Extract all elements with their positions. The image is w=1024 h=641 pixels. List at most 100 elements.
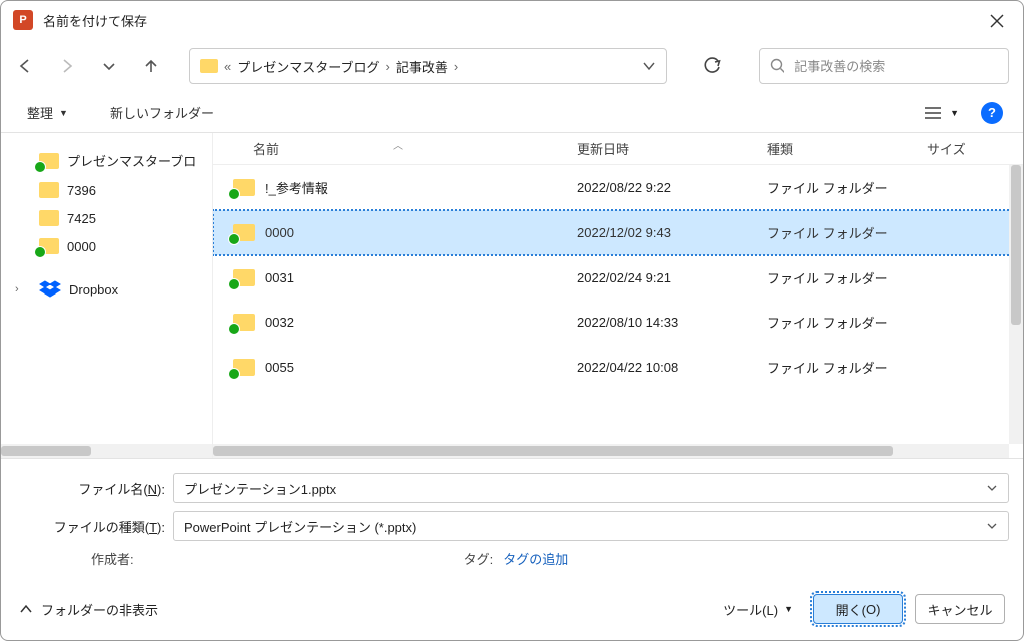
filename-input[interactable]: プレゼンテーション1.pptx	[173, 473, 1009, 503]
folder-icon	[233, 359, 255, 376]
tree-item[interactable]: 7396	[7, 176, 206, 204]
scrollbar-thumb[interactable]	[1, 446, 91, 456]
breadcrumb-seg-2[interactable]: 記事改善	[396, 57, 448, 76]
chevron-down-icon[interactable]	[642, 59, 656, 73]
scrollbar-thumb[interactable]	[213, 446, 893, 456]
horizontal-scrollbar[interactable]	[213, 444, 1009, 458]
nav-forward-button[interactable]	[57, 56, 77, 76]
powerpoint-app-icon: P	[13, 10, 33, 30]
chevron-down-icon: ▼	[784, 604, 793, 614]
tag-label: タグ:	[464, 549, 494, 568]
folder-icon	[39, 210, 59, 226]
file-row[interactable]: !_参考情報 2022/08/22 9:22 ファイル フォルダー	[213, 165, 1023, 210]
tree-item[interactable]: プレゼンマスターブロ	[7, 145, 206, 176]
folder-tree[interactable]: プレゼンマスターブロ 7396 7425 0000 › Dropbox	[1, 133, 213, 458]
file-rows: !_参考情報 2022/08/22 9:22 ファイル フォルダー 0000 2…	[213, 165, 1023, 458]
file-type: ファイル フォルダー	[753, 313, 913, 332]
hide-folders-toggle[interactable]: フォルダーの非表示	[19, 600, 158, 619]
dropbox-icon	[39, 280, 61, 298]
breadcrumb-seg-1[interactable]: プレゼンマスターブログ	[237, 57, 379, 76]
author-label: 作成者:	[91, 549, 134, 568]
file-type: ファイル フォルダー	[753, 223, 913, 242]
breadcrumb-path[interactable]: « プレゼンマスターブログ › 記事改善 ›	[189, 48, 667, 84]
open-button[interactable]: 開く(O)	[813, 594, 903, 624]
header-size[interactable]: サイズ	[913, 139, 1023, 158]
toolbar: 整理 ▼ 新しいフォルダー ▼ ?	[1, 93, 1023, 133]
tree-item[interactable]: 7425	[7, 204, 206, 232]
file-date: 2022/02/24 9:21	[563, 270, 753, 285]
folder-icon	[200, 59, 218, 73]
tree-spacer	[7, 260, 206, 274]
tree-item-label: 0000	[67, 239, 96, 254]
organize-button[interactable]: 整理 ▼	[21, 99, 74, 126]
breadcrumb-overflow[interactable]: «	[224, 59, 231, 74]
chevron-down-icon: ▼	[59, 108, 68, 118]
file-name: 0031	[265, 270, 294, 285]
refresh-button[interactable]	[703, 56, 723, 76]
save-options: ファイル名(N): プレゼンテーション1.pptx ファイルの種類(T): Po…	[1, 458, 1023, 578]
view-mode-button[interactable]: ▼	[924, 106, 959, 120]
folder-icon	[233, 314, 255, 331]
titlebar: P 名前を付けて保存	[1, 1, 1023, 39]
tools-dropdown[interactable]: ツール(L) ▼	[723, 600, 793, 619]
filename-label: ファイル名(N):	[15, 479, 165, 498]
nav-recent-dropdown[interactable]	[99, 56, 119, 76]
add-tag-link[interactable]: タグの追加	[503, 549, 568, 568]
vertical-scrollbar[interactable]	[1009, 165, 1023, 444]
nav-back-button[interactable]	[15, 56, 35, 76]
header-label: 名前	[253, 142, 279, 157]
folder-icon	[39, 182, 59, 198]
folder-icon	[233, 269, 255, 286]
file-type: ファイル フォルダー	[753, 358, 913, 377]
nav-up-button[interactable]	[141, 56, 161, 76]
file-name: 0000	[265, 225, 294, 240]
filetype-value: PowerPoint プレゼンテーション (*.pptx)	[184, 517, 416, 536]
file-name: 0055	[265, 360, 294, 375]
file-date: 2022/08/22 9:22	[563, 180, 753, 195]
header-date[interactable]: 更新日時	[563, 139, 753, 158]
filetype-label: ファイルの種類(T):	[15, 517, 165, 536]
filetype-select[interactable]: PowerPoint プレゼンテーション (*.pptx)	[173, 511, 1009, 541]
tree-item-dropbox[interactable]: › Dropbox	[7, 274, 206, 304]
header-name[interactable]: 名前︿	[213, 139, 563, 158]
file-name: 0032	[265, 315, 294, 330]
search-input[interactable]	[794, 59, 998, 74]
organize-label: 整理	[27, 103, 53, 122]
breadcrumb-sep[interactable]: ›	[454, 59, 458, 74]
file-date: 2022/08/10 14:33	[563, 315, 753, 330]
folder-icon	[39, 238, 59, 254]
address-bar: « プレゼンマスターブログ › 記事改善 ›	[1, 39, 1023, 93]
tools-label: ツール(L)	[723, 600, 778, 619]
expander-icon[interactable]: ›	[15, 283, 19, 295]
dialog-title: 名前を付けて保存	[43, 11, 147, 30]
tree-item[interactable]: 0000	[7, 232, 206, 260]
file-name: !_参考情報	[265, 178, 328, 197]
main-content: プレゼンマスターブロ 7396 7425 0000 › Dropbox 名前︿ …	[1, 133, 1023, 458]
column-headers: 名前︿ 更新日時 種類 サイズ	[213, 133, 1023, 165]
search-field[interactable]	[759, 48, 1009, 84]
folder-icon	[39, 153, 59, 169]
file-row[interactable]: 0000 2022/12/02 9:43 ファイル フォルダー	[213, 210, 1023, 255]
hide-folders-label: フォルダーの非表示	[41, 600, 158, 619]
search-icon	[770, 58, 784, 74]
scrollbar-thumb[interactable]	[1011, 165, 1021, 325]
file-row[interactable]: 0032 2022/08/10 14:33 ファイル フォルダー	[213, 300, 1023, 345]
folder-icon	[233, 179, 255, 196]
help-button[interactable]: ?	[981, 102, 1003, 124]
cancel-button[interactable]: キャンセル	[915, 594, 1005, 624]
file-row[interactable]: 0055 2022/04/22 10:08 ファイル フォルダー	[213, 345, 1023, 390]
tree-item-label: Dropbox	[69, 282, 118, 297]
new-folder-button[interactable]: 新しいフォルダー	[104, 99, 220, 126]
header-type[interactable]: 種類	[753, 139, 913, 158]
new-folder-label: 新しいフォルダー	[110, 103, 214, 122]
close-button[interactable]	[985, 9, 1009, 33]
file-type: ファイル フォルダー	[753, 178, 913, 197]
tree-item-label: 7396	[67, 183, 96, 198]
chevron-down-icon[interactable]	[986, 482, 998, 494]
breadcrumb-sep[interactable]: ›	[385, 59, 389, 74]
folder-icon	[233, 224, 255, 241]
chevron-down-icon[interactable]	[986, 520, 998, 532]
file-type: ファイル フォルダー	[753, 268, 913, 287]
tree-horizontal-scrollbar[interactable]	[1, 444, 212, 458]
file-row[interactable]: 0031 2022/02/24 9:21 ファイル フォルダー	[213, 255, 1023, 300]
